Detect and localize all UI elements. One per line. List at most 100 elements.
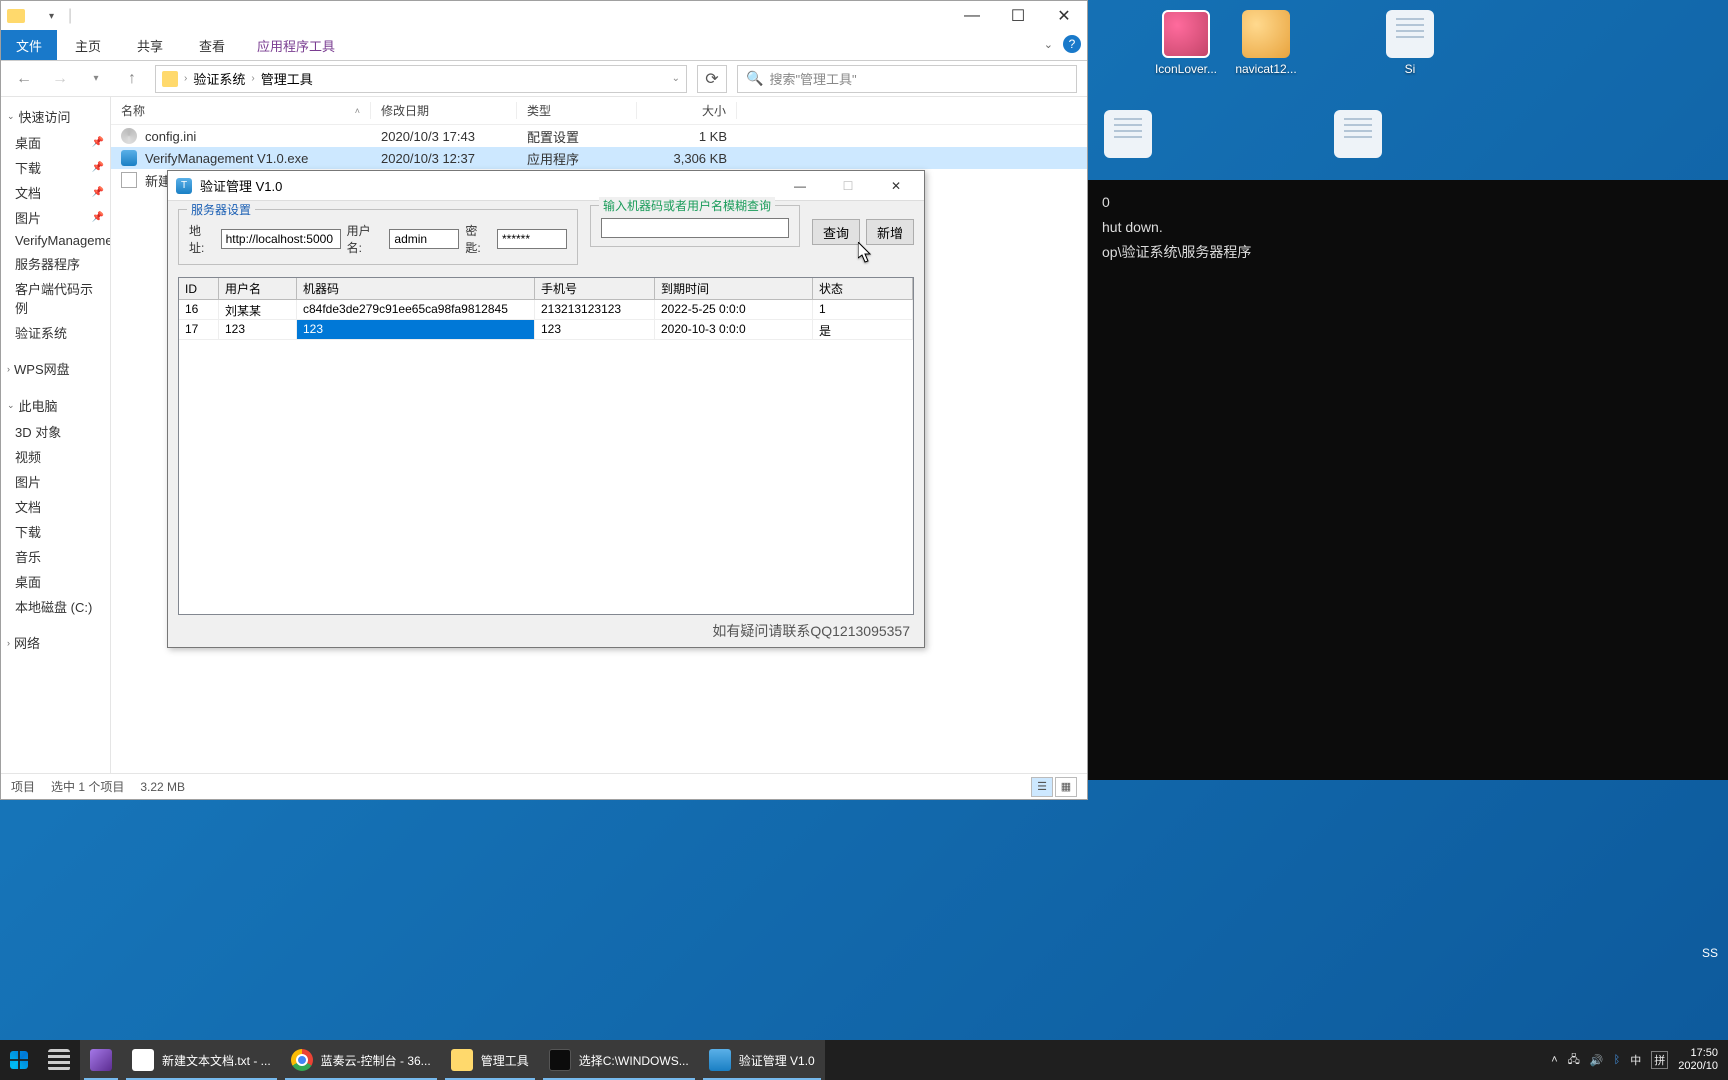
- desktop-icon-file1[interactable]: [1090, 110, 1166, 162]
- app-icon: [29, 8, 45, 24]
- chrome-icon: [291, 1049, 313, 1071]
- nav-back-button[interactable]: ←: [11, 66, 37, 92]
- column-name[interactable]: 名称˄: [111, 102, 371, 119]
- sidebar-item-folder[interactable]: VerifyManageme: [1, 230, 110, 251]
- view-details-button[interactable]: ☰: [1031, 777, 1053, 797]
- password-input[interactable]: [497, 229, 567, 249]
- column-user[interactable]: 用户名: [219, 278, 297, 299]
- sidebar-item-folder[interactable]: 验证系统: [1, 320, 110, 345]
- maximize-button[interactable]: ☐: [828, 172, 868, 200]
- taskbar-item-notepad[interactable]: 新建文本文档.txt - ...: [122, 1040, 281, 1080]
- file-row[interactable]: config.ini 2020/10/3 17:43 配置设置 1 KB: [111, 125, 1087, 147]
- column-expiry[interactable]: 到期时间: [655, 278, 813, 299]
- navicat-icon: [1242, 10, 1290, 58]
- taskview-button[interactable]: [38, 1040, 80, 1080]
- column-date[interactable]: 修改日期: [371, 102, 517, 119]
- search-group: 输入机器码或者用户名模糊查询: [590, 205, 800, 247]
- sidebar-item-folder[interactable]: 服务器程序: [1, 251, 110, 276]
- sidebar-item-documents[interactable]: 文档: [1, 494, 110, 519]
- taskbar-item-explorer[interactable]: 管理工具: [441, 1040, 539, 1080]
- grid-row[interactable]: 16 刘某某 c84fde3de279c91ee65ca98fa9812845 …: [179, 300, 913, 320]
- taskbar-item-browser[interactable]: 蓝奏云-控制台 - 36...: [281, 1040, 441, 1080]
- chevron-right-icon: ›: [184, 73, 187, 84]
- sidebar-item-documents[interactable]: 文档📌: [1, 180, 110, 205]
- folder-icon: [162, 71, 178, 87]
- maximize-button[interactable]: ☐: [995, 1, 1041, 31]
- search-box[interactable]: 🔍 搜索"管理工具": [737, 65, 1077, 93]
- view-icons-button[interactable]: ▦: [1055, 777, 1077, 797]
- sidebar-item-pictures[interactable]: 图片📌: [1, 205, 110, 230]
- sidebar-item-disk-c[interactable]: 本地磁盘 (C:): [1, 594, 110, 619]
- taskbar-item-verify[interactable]: 验证管理 V1.0: [699, 1040, 825, 1080]
- start-button[interactable]: [0, 1040, 38, 1080]
- sidebar-item-desktop[interactable]: 桌面: [1, 569, 110, 594]
- nav-up-button[interactable]: ↑: [119, 66, 145, 92]
- ribbon-expand-icon[interactable]: ⌄: [1044, 38, 1053, 51]
- search-input[interactable]: [601, 218, 789, 238]
- chevron-down-icon[interactable]: ▾: [49, 11, 54, 22]
- bluetooth-icon[interactable]: ᛒ: [1614, 1054, 1621, 1066]
- help-icon[interactable]: ?: [1063, 35, 1081, 53]
- console-window[interactable]: 0 hut down. op\验证系统\服务器程序: [1088, 180, 1728, 780]
- taskbar-item-vs[interactable]: [80, 1040, 122, 1080]
- file-row[interactable]: VerifyManagement V1.0.exe 2020/10/3 12:3…: [111, 147, 1087, 169]
- network-icon[interactable]: 🖧: [1568, 1051, 1580, 1070]
- taskview-icon: [48, 1049, 70, 1071]
- volume-icon[interactable]: 🔊: [1590, 1054, 1604, 1067]
- nav-forward-button[interactable]: →: [47, 66, 73, 92]
- desktop-icon-navicat[interactable]: navicat12...: [1228, 10, 1304, 76]
- column-size[interactable]: 大小: [637, 102, 737, 119]
- address-input[interactable]: [221, 229, 341, 249]
- pass-label: 密匙:: [465, 222, 491, 256]
- sidebar-network[interactable]: ›网络: [1, 629, 110, 656]
- sidebar-item-videos[interactable]: 视频: [1, 444, 110, 469]
- minimize-button[interactable]: —: [780, 172, 820, 200]
- server-settings-group: 服务器设置 地址: 用户名: 密匙:: [178, 209, 578, 265]
- sidebar-item-desktop[interactable]: 桌面📌: [1, 130, 110, 155]
- clock[interactable]: 17:50 2020/10: [1678, 1047, 1718, 1073]
- query-button[interactable]: 查询: [812, 219, 860, 245]
- ribbon-tab-share[interactable]: 共享: [119, 30, 181, 60]
- close-button[interactable]: ✕: [876, 172, 916, 200]
- username-input[interactable]: [389, 229, 459, 249]
- sidebar-item-3d[interactable]: 3D 对象: [1, 419, 110, 444]
- breadcrumb-item[interactable]: 管理工具: [261, 69, 313, 88]
- column-machine-code[interactable]: 机器码: [297, 278, 535, 299]
- taskbar-item-cmd[interactable]: 选择C:\WINDOWS...: [539, 1040, 699, 1080]
- sidebar-item-downloads[interactable]: 下载: [1, 519, 110, 544]
- desktop-icon-iconlover[interactable]: IconLover...: [1148, 10, 1224, 76]
- chevron-down-icon[interactable]: ⌄: [672, 73, 680, 84]
- ribbon-tab-apptools[interactable]: 应用程序工具: [243, 30, 349, 60]
- data-grid[interactable]: ID 用户名 机器码 手机号 到期时间 状态 16 刘某某 c84fde3de2…: [178, 277, 914, 615]
- breadcrumb[interactable]: › 验证系统 › 管理工具 ⌄: [155, 65, 687, 93]
- grid-row[interactable]: 17 123 123 123 2020-10-3 0:0:0 是: [179, 320, 913, 340]
- column-type[interactable]: 类型: [517, 102, 637, 119]
- column-id[interactable]: ID: [179, 278, 219, 299]
- sidebar-item-music[interactable]: 音乐: [1, 544, 110, 569]
- ime-mode-button[interactable]: 拼: [1651, 1051, 1668, 1069]
- ribbon-tab-view[interactable]: 查看: [181, 30, 243, 60]
- column-phone[interactable]: 手机号: [535, 278, 655, 299]
- sidebar-this-pc[interactable]: ⌄此电脑: [1, 392, 110, 419]
- refresh-button[interactable]: ⟳: [697, 65, 727, 93]
- nav-history-button[interactable]: ▾: [83, 66, 109, 92]
- ribbon-tab-home[interactable]: 主页: [57, 30, 119, 60]
- desktop-icon-file2[interactable]: [1320, 110, 1396, 162]
- ime-lang-button[interactable]: 中: [1630, 1052, 1641, 1068]
- tray-up-icon[interactable]: ˄: [1551, 1054, 1557, 1066]
- file-icon: [1104, 110, 1152, 158]
- sidebar-item-pictures[interactable]: 图片: [1, 469, 110, 494]
- sidebar-quick-access[interactable]: ⌄快速访问: [1, 103, 110, 130]
- minimize-button[interactable]: —: [949, 1, 995, 31]
- close-button[interactable]: ✕: [1041, 1, 1087, 31]
- sidebar-item-downloads[interactable]: 下载📌: [1, 155, 110, 180]
- explorer-titlebar[interactable]: ▾ | 管理 管理工具 — ☐ ✕: [1, 1, 1087, 31]
- grid-header: ID 用户名 机器码 手机号 到期时间 状态: [179, 278, 913, 300]
- desktop-icon-si[interactable]: Si: [1372, 10, 1448, 76]
- ribbon-file-tab[interactable]: 文件: [1, 30, 57, 60]
- sidebar-wps[interactable]: ›WPS网盘: [1, 355, 110, 382]
- sidebar-item-folder[interactable]: 客户端代码示例: [1, 276, 110, 320]
- dialog-titlebar[interactable]: 验证管理 V1.0 — ☐ ✕: [168, 171, 924, 201]
- breadcrumb-item[interactable]: 验证系统: [193, 69, 245, 88]
- column-status[interactable]: 状态: [813, 278, 913, 299]
